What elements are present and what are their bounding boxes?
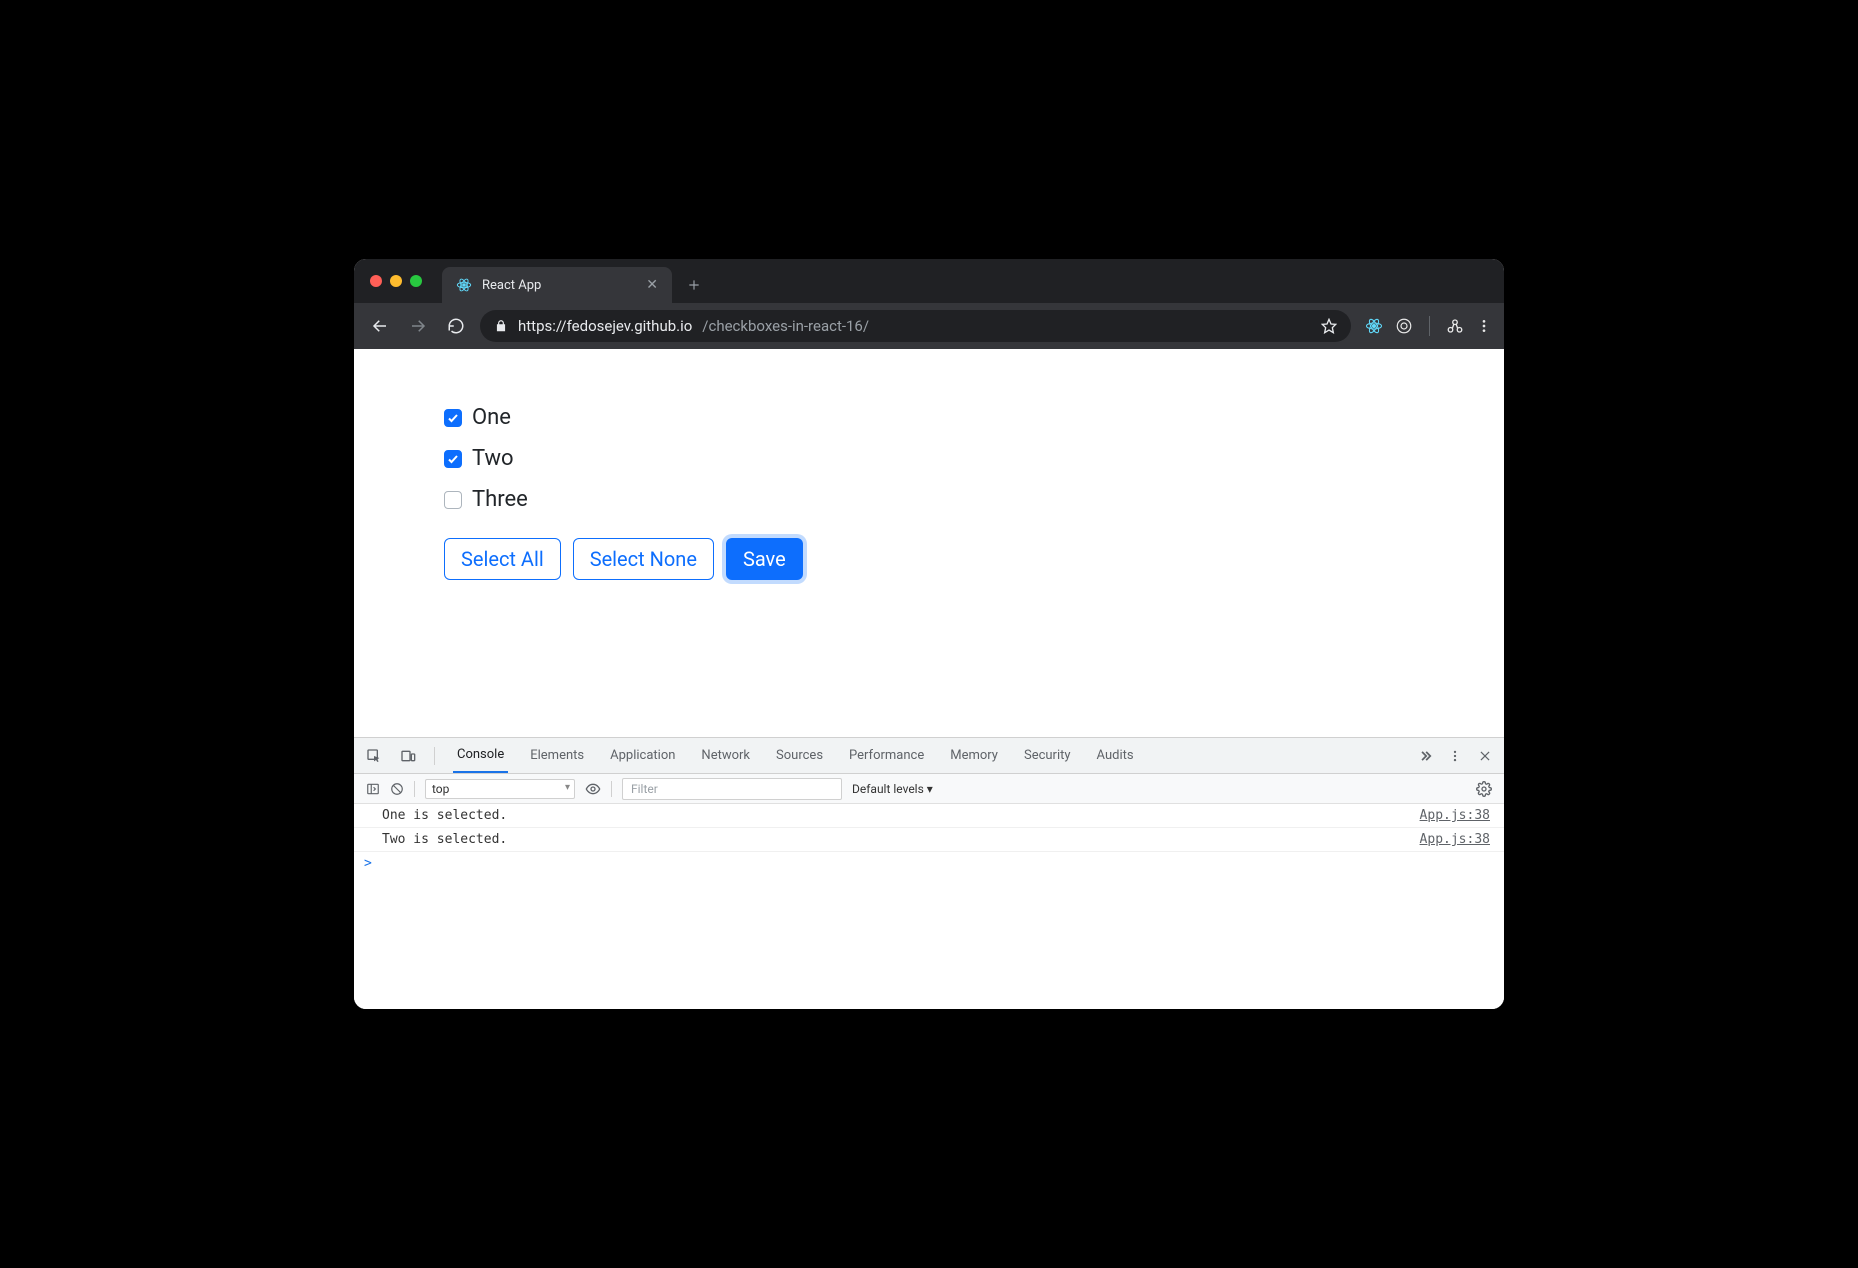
close-devtools-icon[interactable] bbox=[1478, 749, 1492, 763]
tab-title: React App bbox=[482, 278, 541, 293]
inspect-element-icon[interactable] bbox=[366, 748, 382, 764]
devtools-tab-network[interactable]: Network bbox=[697, 738, 754, 773]
tab-strip: React App ✕ bbox=[354, 259, 1504, 303]
more-tabs-icon[interactable] bbox=[1418, 749, 1432, 763]
select-all-button[interactable]: Select All bbox=[444, 538, 561, 580]
console-settings-icon[interactable] bbox=[1476, 781, 1492, 797]
devtools-tab-memory[interactable]: Memory bbox=[946, 738, 1002, 773]
live-expression-icon[interactable] bbox=[585, 781, 601, 797]
console-prompt[interactable]: > bbox=[354, 852, 1504, 875]
back-button[interactable] bbox=[366, 312, 394, 340]
console-output: One is selected. App.js:38 Two is select… bbox=[354, 804, 1504, 1009]
devtools-tabs: Console Elements Application Network Sou… bbox=[354, 738, 1504, 774]
console-toolbar: top Filter Default levels ▾ bbox=[354, 774, 1504, 804]
console-sidebar-toggle-icon[interactable] bbox=[366, 782, 380, 796]
new-tab-button[interactable] bbox=[680, 271, 708, 299]
context-selector[interactable]: top bbox=[425, 779, 575, 799]
extension-icon[interactable] bbox=[1395, 317, 1413, 335]
checkbox-three[interactable] bbox=[444, 491, 462, 509]
console-filter-input[interactable]: Filter bbox=[622, 778, 842, 800]
checkbox-label: Three bbox=[472, 487, 528, 512]
save-button[interactable]: Save bbox=[726, 538, 803, 580]
console-source-link[interactable]: App.js:38 bbox=[1420, 832, 1490, 847]
devtools-tab-sources[interactable]: Sources bbox=[772, 738, 827, 773]
console-message: Two is selected. bbox=[382, 832, 507, 847]
devtools-tab-console[interactable]: Console bbox=[453, 738, 508, 773]
checkbox-row: Two bbox=[444, 446, 1504, 471]
devtools-tab-elements[interactable]: Elements bbox=[526, 738, 588, 773]
select-none-button[interactable]: Select None bbox=[573, 538, 714, 580]
react-favicon-icon bbox=[456, 277, 472, 293]
browser-toolbar: https://fedosejev.github.io/checkboxes-i… bbox=[354, 303, 1504, 349]
bookmark-star-icon[interactable] bbox=[1321, 318, 1337, 334]
devtools-tab-audits[interactable]: Audits bbox=[1093, 738, 1138, 773]
url-path: /checkboxes-in-react-16/ bbox=[702, 317, 869, 335]
button-row: Select All Select None Save bbox=[444, 538, 1504, 580]
console-row: One is selected. App.js:38 bbox=[354, 804, 1504, 828]
forward-button[interactable] bbox=[404, 312, 432, 340]
clear-console-icon[interactable] bbox=[390, 782, 404, 796]
extension-icons bbox=[1361, 316, 1492, 336]
minimize-window-button[interactable] bbox=[390, 275, 402, 287]
checkbox-label: Two bbox=[472, 446, 514, 471]
checkbox-two[interactable] bbox=[444, 450, 462, 468]
window-controls bbox=[366, 275, 432, 287]
url-host: https://fedosejev.github.io bbox=[518, 317, 692, 335]
devtools-tab-performance[interactable]: Performance bbox=[845, 738, 928, 773]
console-message: One is selected. bbox=[382, 808, 507, 823]
devtools-panel: Console Elements Application Network Sou… bbox=[354, 737, 1504, 1009]
checkbox-label: One bbox=[472, 405, 511, 430]
checkbox-row: Three bbox=[444, 487, 1504, 512]
toolbar-separator bbox=[1429, 316, 1430, 336]
console-row: Two is selected. App.js:38 bbox=[354, 828, 1504, 852]
address-bar[interactable]: https://fedosejev.github.io/checkboxes-i… bbox=[480, 310, 1351, 342]
close-tab-icon[interactable]: ✕ bbox=[646, 277, 658, 293]
profile-icon[interactable] bbox=[1446, 317, 1464, 335]
browser-tab[interactable]: React App ✕ bbox=[442, 267, 672, 303]
browser-window: React App ✕ https://fedosejev.git bbox=[354, 259, 1504, 1009]
react-devtools-icon[interactable] bbox=[1365, 317, 1383, 335]
close-window-button[interactable] bbox=[370, 275, 382, 287]
console-source-link[interactable]: App.js:38 bbox=[1420, 808, 1490, 823]
maximize-window-button[interactable] bbox=[410, 275, 422, 287]
page-content: One Two Three Select All Select None Sav… bbox=[354, 349, 1504, 737]
lock-icon bbox=[494, 319, 508, 333]
checkbox-row: One bbox=[444, 405, 1504, 430]
log-levels-selector[interactable]: Default levels ▾ bbox=[852, 782, 933, 796]
device-toolbar-icon[interactable] bbox=[400, 748, 416, 764]
devtools-tab-application[interactable]: Application bbox=[606, 738, 679, 773]
devtools-menu-icon[interactable] bbox=[1448, 749, 1462, 763]
checkbox-one[interactable] bbox=[444, 409, 462, 427]
menu-icon[interactable] bbox=[1476, 318, 1492, 334]
reload-button[interactable] bbox=[442, 312, 470, 340]
devtools-tab-security[interactable]: Security bbox=[1020, 738, 1075, 773]
